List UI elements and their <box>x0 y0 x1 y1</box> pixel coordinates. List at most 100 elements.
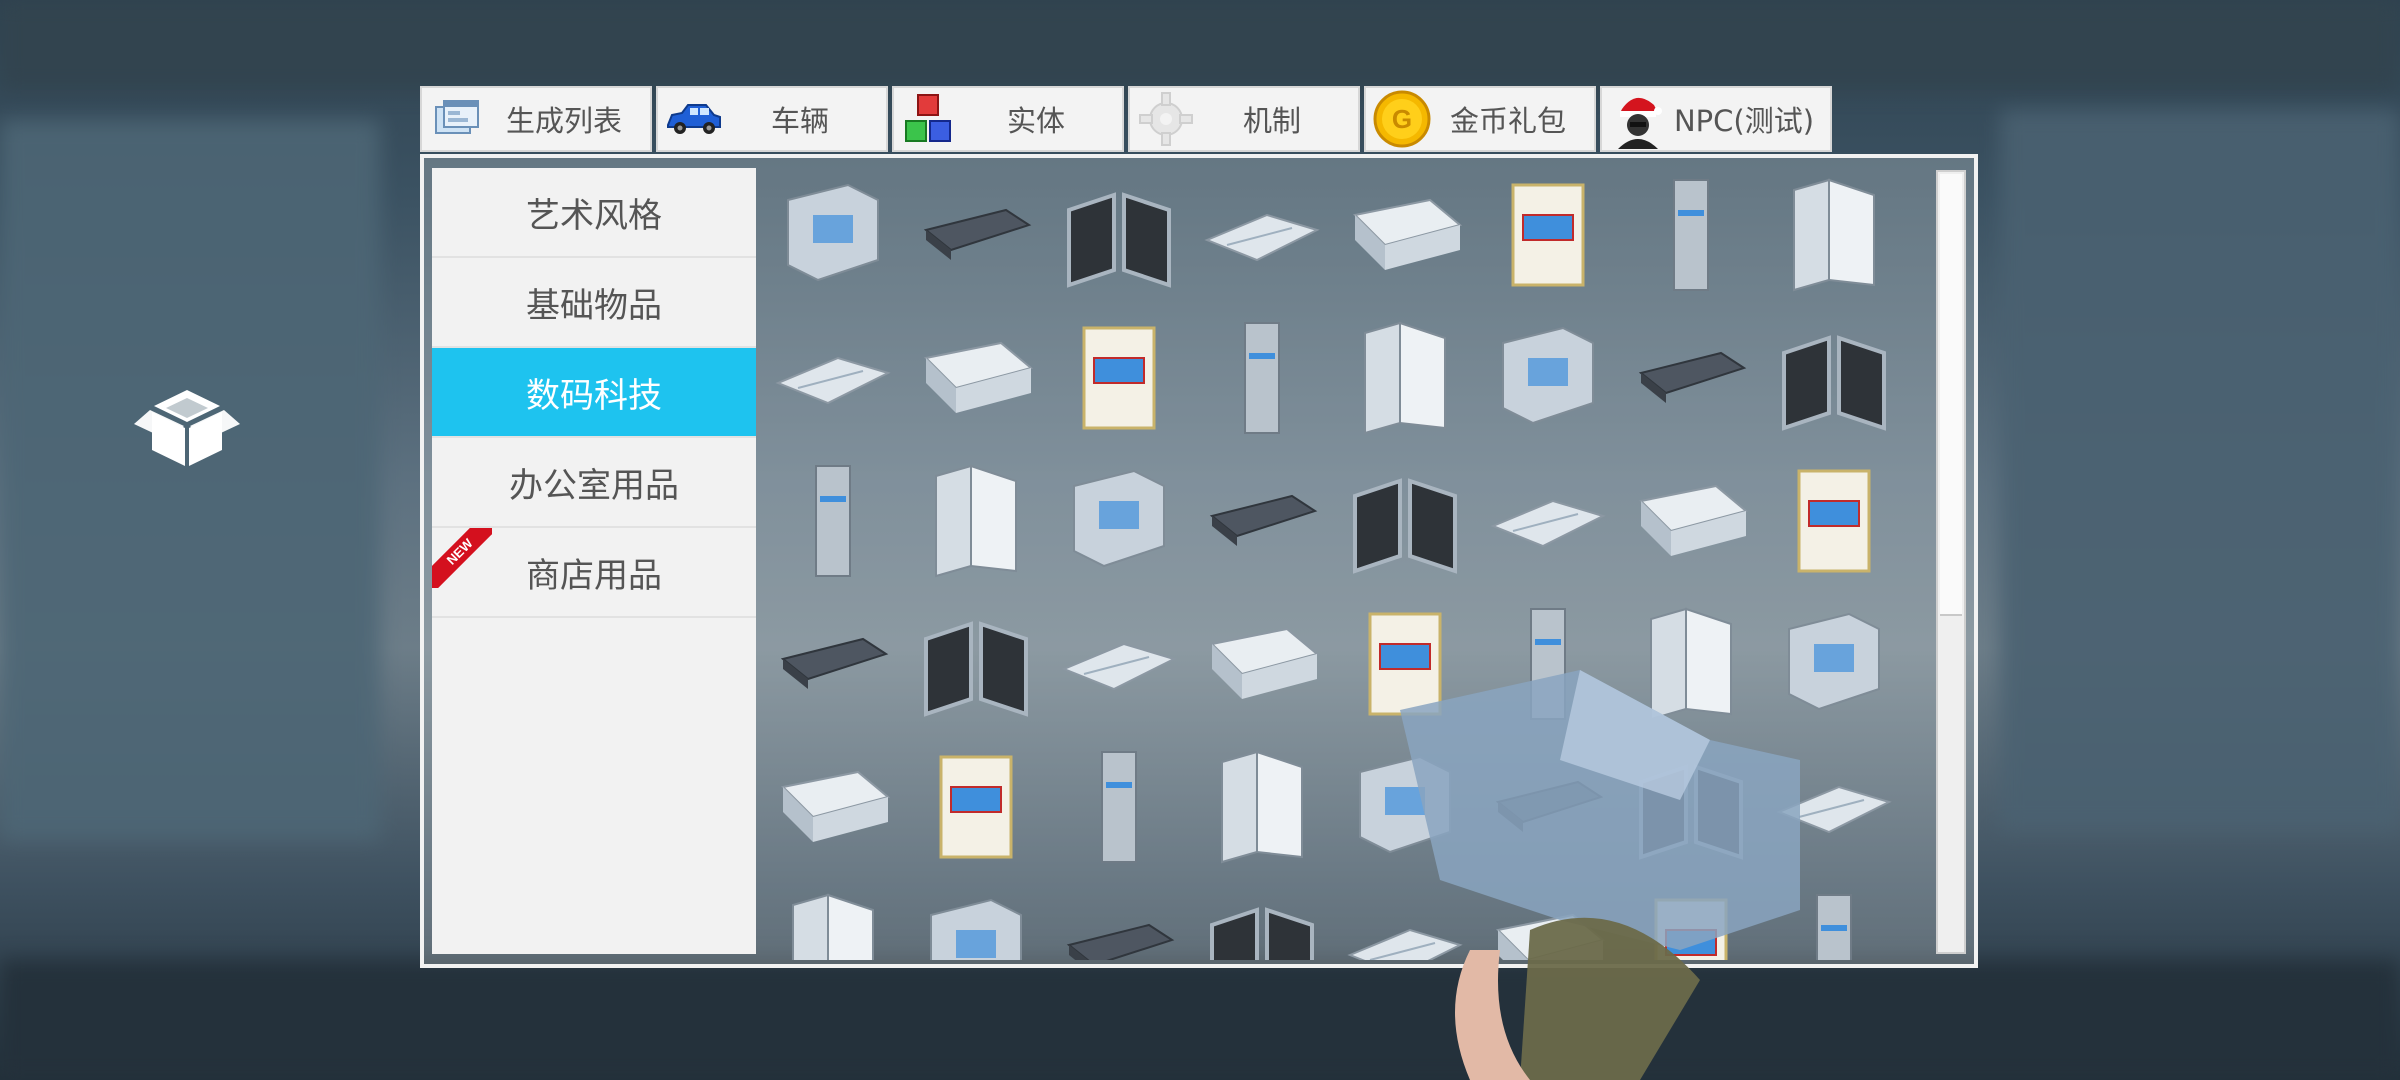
item-thumbnail <box>1210 907 1314 960</box>
item-thumbnail <box>1209 627 1320 699</box>
cubes-icon <box>900 89 960 149</box>
grid-item[interactable] <box>911 742 1041 872</box>
grid-item[interactable] <box>1054 170 1184 300</box>
item-thumbnail <box>1364 321 1446 435</box>
item-thumbnail <box>1654 898 1728 960</box>
npc-santa-icon <box>1608 89 1668 149</box>
spawn-list-icon <box>428 89 488 149</box>
grid-item[interactable] <box>1054 742 1184 872</box>
grid-item[interactable] <box>768 456 898 586</box>
category-label: 艺术风格 <box>526 195 662 236</box>
category-art-style[interactable]: 艺术风格 <box>432 168 756 258</box>
open-box-icon[interactable] <box>132 382 242 472</box>
grid-item[interactable] <box>1626 742 1756 872</box>
item-thumbnail <box>1502 326 1594 425</box>
svg-text:G: G <box>1392 104 1412 134</box>
grid-item[interactable] <box>768 742 898 872</box>
grid-item[interactable] <box>1197 170 1327 300</box>
item-grid <box>760 162 1920 960</box>
item-thumbnail <box>1221 750 1303 864</box>
grid-item[interactable] <box>1626 456 1756 586</box>
item-thumbnail <box>923 208 1032 260</box>
item-thumbnail <box>935 464 1017 578</box>
grid-item[interactable] <box>768 599 898 729</box>
grid-item[interactable] <box>1626 170 1756 300</box>
grid-item[interactable] <box>911 313 1041 443</box>
item-thumbnail <box>1782 335 1886 431</box>
item-thumbnail <box>1073 469 1165 568</box>
item-thumbnail <box>924 621 1028 717</box>
grid-item[interactable] <box>768 170 898 300</box>
grid-item[interactable] <box>1197 742 1327 872</box>
grid-item[interactable] <box>1769 599 1899 729</box>
tab-vehicles[interactable]: 车辆 <box>656 86 888 152</box>
tab-entities[interactable]: 实体 <box>892 86 1124 152</box>
grid-item[interactable] <box>1197 313 1327 443</box>
tab-gold-pack[interactable]: G 金币礼包 <box>1364 86 1596 152</box>
tab-mechanics[interactable]: 机制 <box>1128 86 1360 152</box>
item-thumbnail <box>1495 913 1606 960</box>
item-thumbnail <box>1209 494 1318 546</box>
grid-item[interactable] <box>911 456 1041 586</box>
category-shop-supplies[interactable]: NEW 商店用品 <box>432 528 756 618</box>
item-thumbnail <box>1490 499 1606 548</box>
grid-item[interactable] <box>1340 742 1470 872</box>
grid-item[interactable] <box>1054 885 1184 960</box>
scrollbar[interactable] <box>1936 170 1966 954</box>
grid-item[interactable] <box>1769 456 1899 586</box>
grid-item[interactable] <box>1483 742 1613 872</box>
grid-item[interactable] <box>1197 599 1327 729</box>
grid-item[interactable] <box>1769 742 1899 872</box>
grid-item[interactable] <box>1626 313 1756 443</box>
grid-item[interactable] <box>911 170 1041 300</box>
item-thumbnail <box>1082 326 1156 430</box>
grid-item[interactable] <box>1769 170 1899 300</box>
grid-item[interactable] <box>1054 599 1184 729</box>
item-thumbnail <box>1638 484 1749 556</box>
grid-item[interactable] <box>1054 313 1184 443</box>
item-thumbnail <box>1101 751 1137 863</box>
new-badge: NEW <box>432 528 492 588</box>
grid-item[interactable] <box>1340 599 1470 729</box>
item-thumbnail <box>1788 612 1880 711</box>
category-digital-tech[interactable]: 数码科技 <box>432 348 756 438</box>
grid-item[interactable] <box>1769 313 1899 443</box>
grid-item[interactable] <box>1626 885 1756 960</box>
grid-item[interactable] <box>1626 599 1756 729</box>
grid-item[interactable] <box>1483 885 1613 960</box>
grid-item[interactable] <box>1769 885 1899 960</box>
item-thumbnail <box>792 893 874 960</box>
item-thumbnail <box>780 770 891 842</box>
item-thumbnail <box>1530 608 1566 720</box>
grid-item[interactable] <box>1483 599 1613 729</box>
grid-item[interactable] <box>768 885 898 960</box>
scrollbar-thumb[interactable] <box>1940 174 1962 616</box>
item-thumbnail <box>1368 612 1442 716</box>
grid-item[interactable] <box>1197 456 1327 586</box>
grid-item[interactable] <box>768 313 898 443</box>
grid-item[interactable] <box>1483 170 1613 300</box>
item-thumbnail <box>1204 213 1320 262</box>
grid-item[interactable] <box>911 599 1041 729</box>
grid-item[interactable] <box>1483 456 1613 586</box>
item-thumbnail <box>1776 785 1892 834</box>
grid-item[interactable] <box>1483 313 1613 443</box>
grid-item[interactable] <box>1054 456 1184 586</box>
category-basic-items[interactable]: 基础物品 <box>432 258 756 348</box>
gold-coin-icon: G <box>1372 89 1432 149</box>
item-thumbnail <box>930 898 1022 960</box>
grid-item[interactable] <box>1340 170 1470 300</box>
grid-item[interactable] <box>911 885 1041 960</box>
category-office-supplies[interactable]: 办公室用品 <box>432 438 756 528</box>
grid-item[interactable] <box>1340 885 1470 960</box>
tab-npc-test[interactable]: NPC(测试) <box>1600 86 1832 152</box>
grid-item[interactable] <box>1340 313 1470 443</box>
category-label: 数码科技 <box>526 375 662 416</box>
tab-label: 实体 <box>1006 104 1065 138</box>
grid-item[interactable] <box>1340 456 1470 586</box>
item-thumbnail <box>1797 469 1871 573</box>
tab-spawn-list[interactable]: 生成列表 <box>420 86 652 152</box>
category-label: 基础物品 <box>526 285 662 326</box>
category-label: 商店用品 <box>526 555 662 596</box>
grid-item[interactable] <box>1197 885 1327 960</box>
